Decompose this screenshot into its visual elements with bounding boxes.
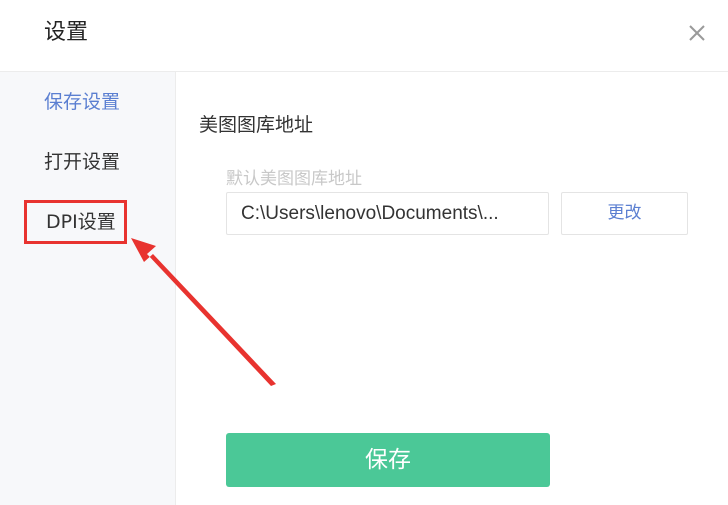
close-icon xyxy=(689,25,705,41)
sidebar-item-dpi-settings[interactable]: DPI设置 xyxy=(24,200,127,244)
library-path-field[interactable]: C:\Users\lenovo\Documents\... xyxy=(226,192,549,235)
change-path-button[interactable]: 更改 xyxy=(561,192,688,235)
section-title: 美图图库地址 xyxy=(199,114,314,136)
settings-sidebar: 保存设置 打开设置 DPI设置 xyxy=(0,72,176,505)
settings-dialog: 设置 保存设置 打开设置 DPI设置 美图图库地址 默认美图图库地址 C:\Us… xyxy=(0,0,728,505)
settings-content: 美图图库地址 默认美图图库地址 C:\Users\lenovo\Document… xyxy=(176,72,728,505)
sidebar-item-save-settings[interactable]: 保存设置 xyxy=(44,89,120,115)
default-path-label: 默认美图图库地址 xyxy=(226,169,362,189)
sidebar-item-open-settings[interactable]: 打开设置 xyxy=(44,149,120,175)
save-button[interactable]: 保存 xyxy=(226,433,550,487)
dialog-title: 设置 xyxy=(44,20,89,45)
title-bar: 设置 xyxy=(0,0,728,72)
close-button[interactable] xyxy=(684,20,710,46)
